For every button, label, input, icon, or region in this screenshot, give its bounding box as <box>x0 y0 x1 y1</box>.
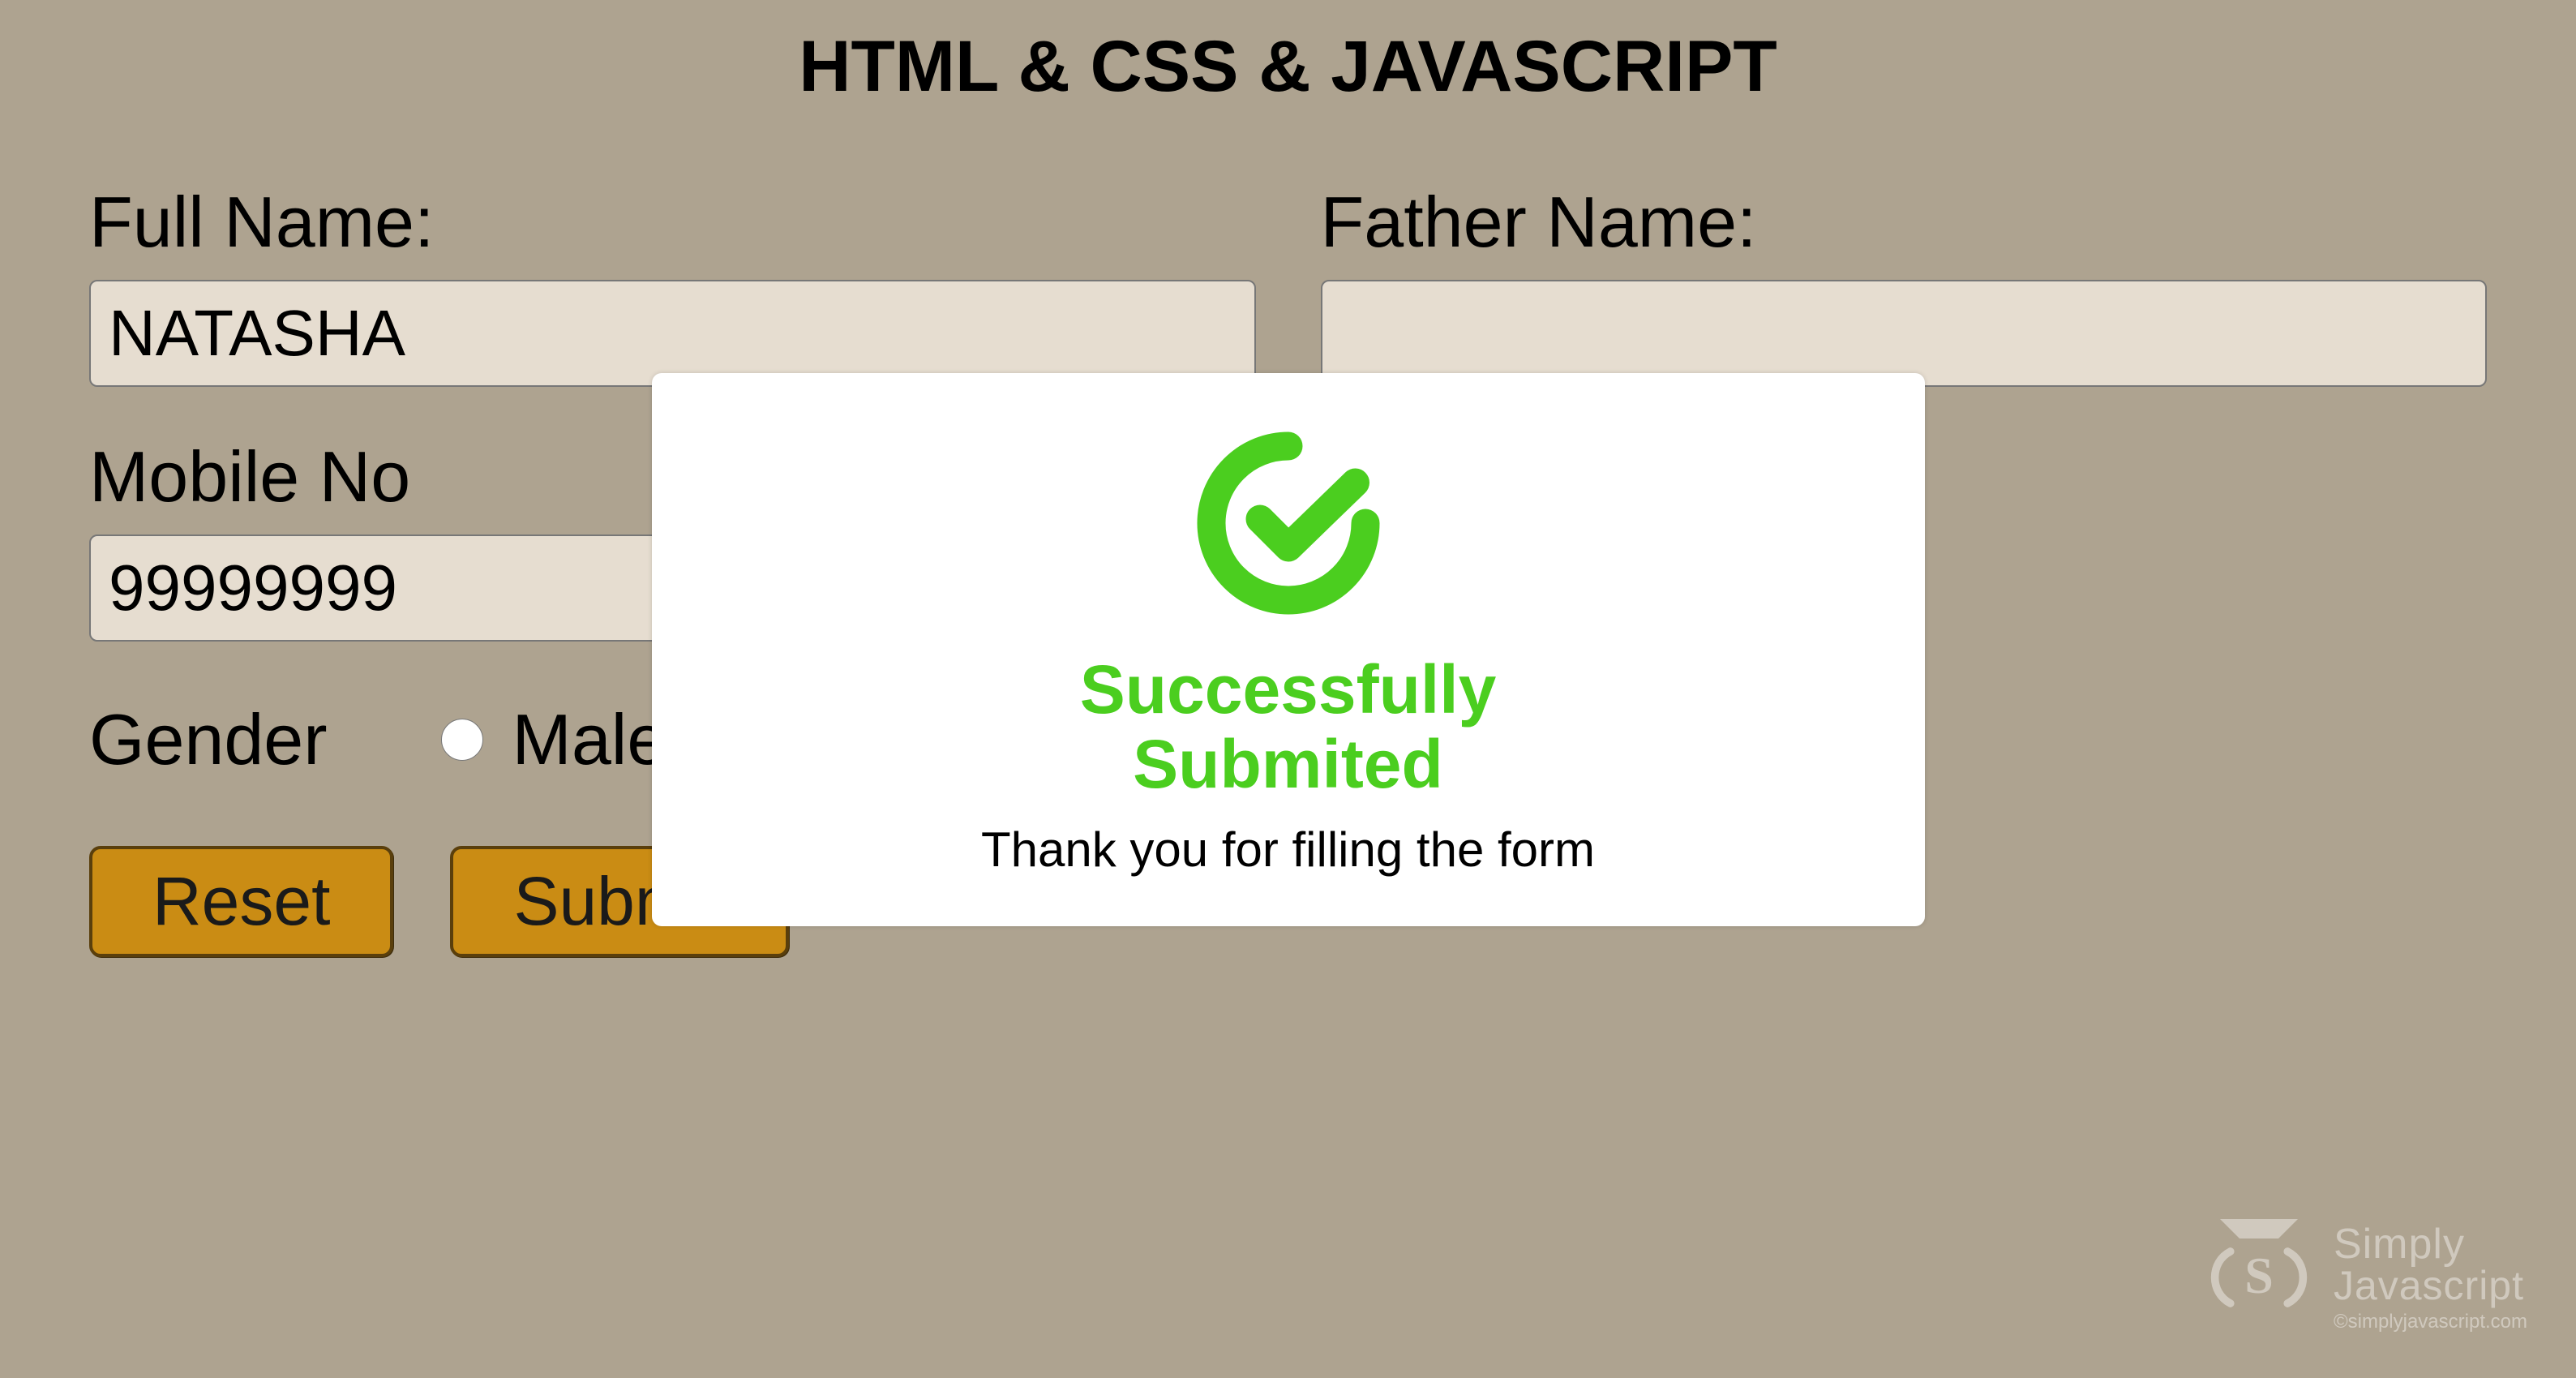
watermark: S Simply Javascript ©simplyjavascript.co… <box>2194 1213 2527 1342</box>
watermark-logo-icon: S <box>2194 1213 2324 1342</box>
modal-title: Successfully Submited <box>684 652 1892 802</box>
svg-text:S: S <box>2244 1247 2274 1304</box>
watermark-copyright: ©simplyjavascript.com <box>2334 1312 2527 1332</box>
watermark-text: Simply Javascript ©simplyjavascript.com <box>2334 1223 2527 1332</box>
modal-title-line2: Submited <box>684 727 1892 801</box>
success-modal: Successfully Submited Thank you for fill… <box>652 373 1925 926</box>
watermark-line1: Simply <box>2334 1223 2527 1265</box>
check-circle-icon <box>1187 422 1390 625</box>
watermark-line2: Javascript <box>2334 1265 2527 1306</box>
modal-title-line1: Successfully <box>684 652 1892 727</box>
modal-overlay: Successfully Submited Thank you for fill… <box>0 24 2576 1378</box>
modal-subtitle: Thank you for filling the form <box>684 822 1892 878</box>
